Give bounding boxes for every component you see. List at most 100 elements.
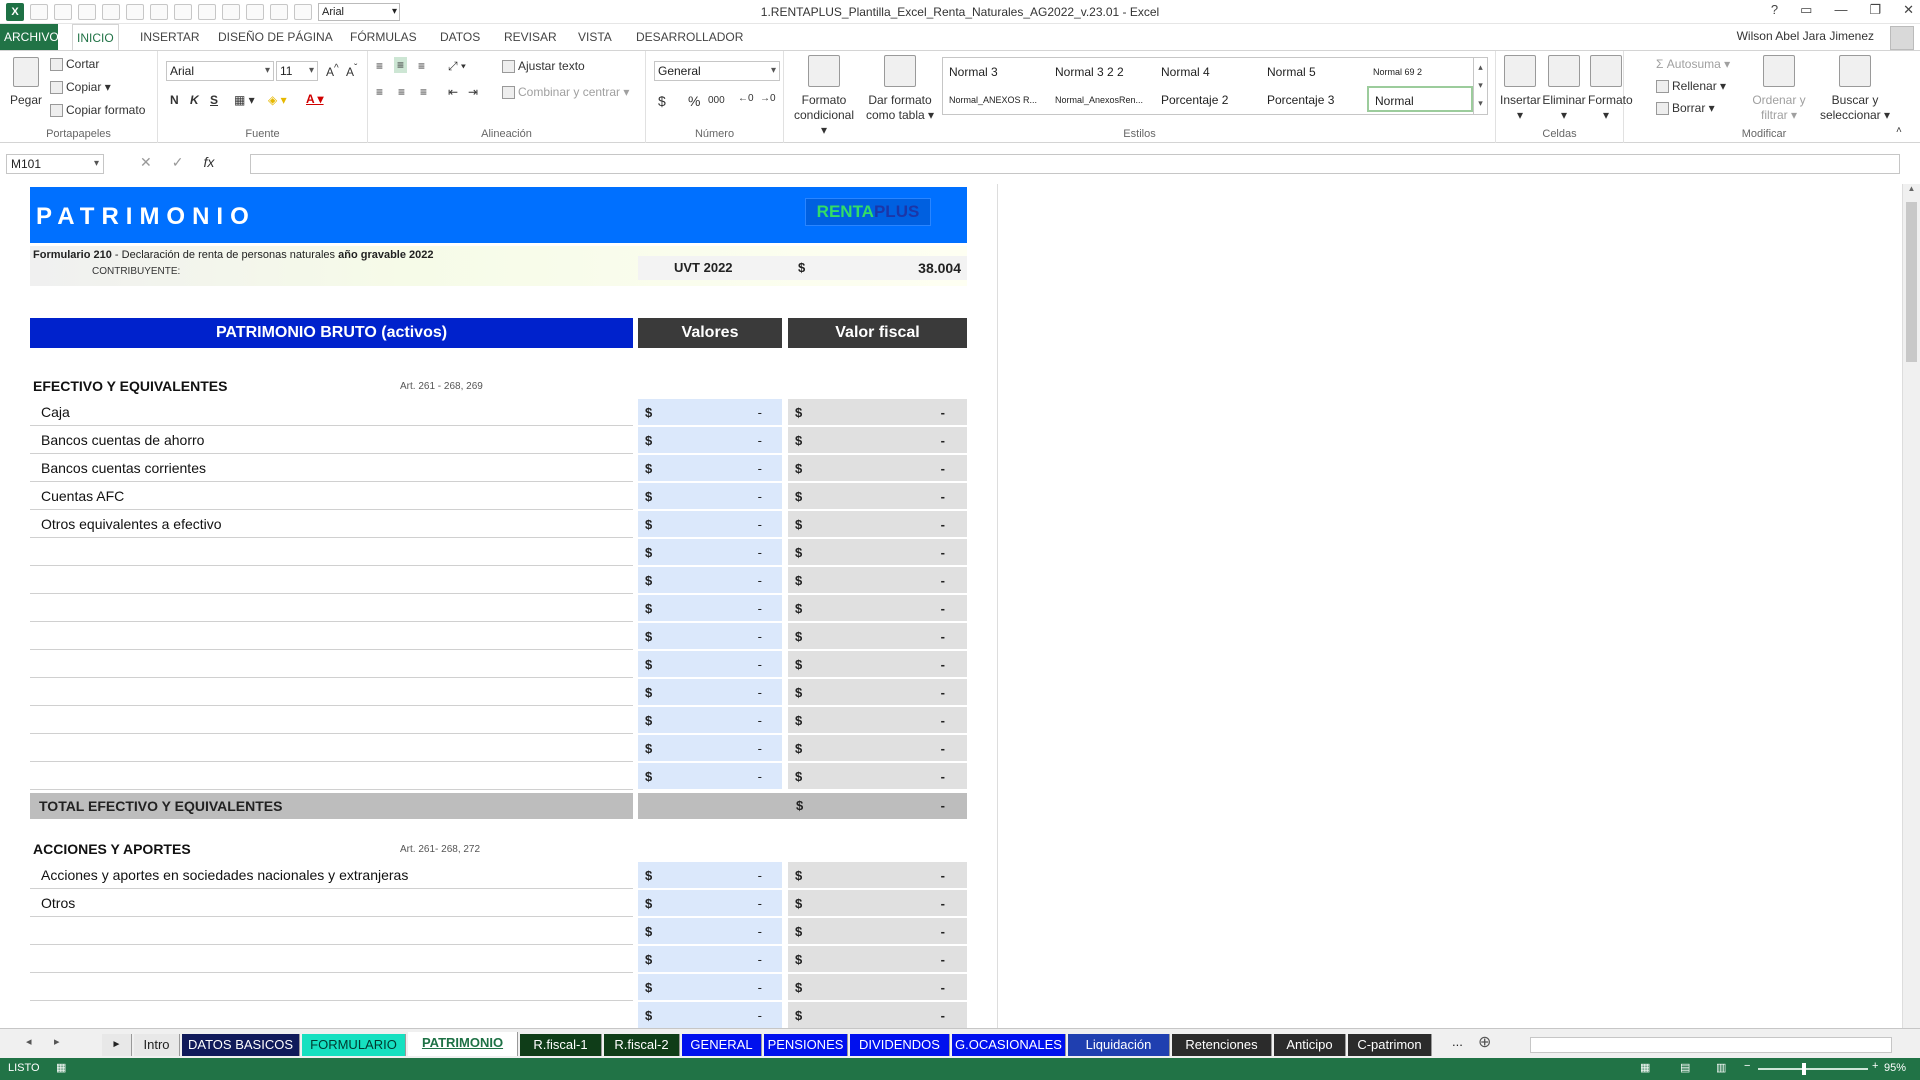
style-normal[interactable]: Normal bbox=[1367, 86, 1473, 112]
sheet-tab[interactable]: FORMULARIO bbox=[302, 1034, 406, 1056]
formula-input[interactable] bbox=[250, 154, 1900, 174]
valor-cell[interactable]: $ - bbox=[638, 707, 782, 734]
tab-archivo[interactable]: ARCHIVO bbox=[0, 24, 59, 50]
valor-fiscal-cell[interactable]: $ - bbox=[788, 763, 967, 790]
row-label[interactable] bbox=[30, 763, 633, 790]
style-porcentaje-2[interactable]: Porcentaje 2 bbox=[1155, 87, 1261, 113]
sheet-tab[interactable]: DATOS BASICOS bbox=[182, 1034, 300, 1056]
conditional-format-button[interactable]: Formato condicional ▾ bbox=[792, 55, 856, 138]
minimize-icon[interactable]: — bbox=[1834, 2, 1847, 18]
row-label[interactable] bbox=[30, 946, 633, 973]
name-box[interactable]: M101 bbox=[6, 154, 104, 174]
tab-datos[interactable]: DATOS bbox=[436, 24, 484, 50]
valor-fiscal-cell[interactable]: $ - bbox=[788, 399, 967, 426]
zoom-out-icon[interactable]: − bbox=[1744, 1060, 1750, 1072]
autosum-button[interactable]: Σ Autosuma ▾ bbox=[1656, 57, 1730, 71]
valor-cell[interactable]: $ - bbox=[638, 679, 782, 706]
vertical-scroll-thumb[interactable] bbox=[1906, 202, 1917, 362]
style-normal-69-2[interactable]: Normal 69 2 bbox=[1367, 59, 1473, 85]
help-icon[interactable]: ? bbox=[1771, 2, 1778, 18]
shrink-font-icon[interactable]: Aˇ bbox=[346, 63, 357, 79]
valor-cell[interactable]: $ - bbox=[638, 1002, 782, 1028]
valor-cell[interactable]: $ - bbox=[638, 399, 782, 426]
worksheet[interactable]: PATRIMONIO RENTAPLUS Formulario 210 - De… bbox=[0, 184, 1900, 1028]
sort-filter-button[interactable]: Ordenar y filtrar ▾ bbox=[1748, 55, 1810, 123]
row-label[interactable]: Acciones y aportes en sociedades naciona… bbox=[30, 862, 633, 889]
valor-cell[interactable]: $ - bbox=[638, 567, 782, 594]
valor-fiscal-cell[interactable]: $ - bbox=[788, 455, 967, 482]
sheet-tab[interactable]: PENSIONES bbox=[764, 1034, 848, 1056]
sheet-tab[interactable]: Retenciones bbox=[1172, 1034, 1272, 1056]
currency-button[interactable]: $ bbox=[658, 93, 666, 109]
find-select-button[interactable]: Buscar y seleccionar ▾ bbox=[1816, 55, 1894, 123]
row-label[interactable]: Otros bbox=[30, 890, 633, 917]
valor-fiscal-cell[interactable]: $ - bbox=[788, 595, 967, 622]
tab-desarrollador[interactable]: DESARROLLADOR bbox=[632, 24, 747, 50]
sheet-tab[interactable]: Liquidación bbox=[1068, 1034, 1170, 1056]
grow-font-icon[interactable]: A^ bbox=[326, 63, 339, 79]
font-name-select[interactable]: Arial bbox=[166, 61, 274, 81]
page-layout-icon[interactable]: ▤ bbox=[1680, 1061, 1690, 1074]
normal-view-icon[interactable]: ▦ bbox=[1640, 1061, 1650, 1074]
tab-scroll-icon[interactable]: ► bbox=[102, 1034, 132, 1056]
zoom-level[interactable]: 95% bbox=[1884, 1062, 1906, 1074]
enter-icon[interactable]: ✓ bbox=[172, 154, 184, 171]
tab-diseno-pagina[interactable]: DISEÑO DE PÁGINA bbox=[214, 24, 337, 50]
row-label[interactable] bbox=[30, 539, 633, 566]
increase-decimal-icon[interactable]: ←0 bbox=[738, 93, 754, 104]
row-label[interactable] bbox=[30, 679, 633, 706]
cut-button[interactable]: Cortar bbox=[50, 57, 99, 72]
valor-cell[interactable]: $ - bbox=[638, 862, 782, 889]
zoom-in-icon[interactable]: + bbox=[1872, 1060, 1878, 1072]
insert-function-icon[interactable]: fx bbox=[203, 154, 214, 171]
zoom-slider-knob[interactable] bbox=[1802, 1063, 1806, 1075]
valor-fiscal-cell[interactable]: $ - bbox=[788, 539, 967, 566]
restore-icon[interactable]: ❐ bbox=[1869, 2, 1881, 18]
row-label[interactable]: Bancos cuentas de ahorro bbox=[30, 427, 633, 454]
number-format-select[interactable]: General bbox=[654, 61, 780, 81]
valor-fiscal-cell[interactable]: $ - bbox=[788, 623, 967, 650]
valor-cell[interactable]: $ - bbox=[638, 483, 782, 510]
bold-button[interactable]: N bbox=[170, 93, 179, 107]
valor-cell[interactable]: $ - bbox=[638, 595, 782, 622]
format-cells-button[interactable]: Formato ▾ bbox=[1588, 55, 1633, 123]
orientation-icon[interactable]: ⤢ ▾ bbox=[448, 59, 466, 74]
zoom-slider[interactable] bbox=[1758, 1068, 1868, 1070]
valor-fiscal-cell[interactable]: $ - bbox=[788, 890, 967, 917]
valor-fiscal-cell[interactable]: $ - bbox=[788, 427, 967, 454]
tab-prev-icon[interactable]: ◂ bbox=[26, 1035, 32, 1048]
row-label[interactable]: Caja bbox=[30, 399, 633, 426]
insert-cells-button[interactable]: Insertar ▾ bbox=[1500, 55, 1541, 123]
valor-cell[interactable]: $ - bbox=[638, 539, 782, 566]
sheet-tab[interactable]: PATRIMONIO bbox=[408, 1032, 518, 1056]
valor-fiscal-cell[interactable]: $ - bbox=[788, 1002, 967, 1028]
decrease-decimal-icon[interactable]: →0 bbox=[760, 93, 776, 104]
cancel-icon[interactable]: ✕ bbox=[140, 154, 152, 171]
style-normal-5[interactable]: Normal 5 bbox=[1261, 59, 1367, 85]
valor-fiscal-cell[interactable]: $ - bbox=[788, 735, 967, 762]
style-normal-anexos-r[interactable]: Normal_ANEXOS R... bbox=[943, 87, 1049, 113]
fill-color-icon[interactable]: ◈ ▾ bbox=[268, 93, 287, 107]
tab-inicio[interactable]: INICIO bbox=[72, 24, 119, 50]
style-normal-4[interactable]: Normal 4 bbox=[1155, 59, 1261, 85]
align-right-icon[interactable]: ≡ bbox=[420, 85, 427, 99]
close-icon[interactable]: ✕ bbox=[1903, 2, 1914, 18]
vertical-scrollbar[interactable]: ▲ bbox=[1902, 184, 1920, 1028]
macro-icon[interactable]: ▦ bbox=[56, 1061, 66, 1074]
borders-icon[interactable]: ▦ ▾ bbox=[234, 93, 255, 107]
thousands-button[interactable]: 000 bbox=[708, 95, 725, 106]
sheet-tab[interactable]: R.fiscal-2 bbox=[604, 1034, 680, 1056]
collapse-ribbon-icon[interactable]: ˄ bbox=[1896, 125, 1902, 136]
align-middle-icon[interactable]: ≡ bbox=[394, 57, 408, 73]
row-label[interactable]: Cuentas AFC bbox=[30, 483, 633, 510]
row-label[interactable] bbox=[30, 974, 633, 1001]
font-size-select[interactable]: 11 bbox=[276, 61, 318, 81]
valor-cell[interactable]: $ - bbox=[638, 427, 782, 454]
valor-fiscal-cell[interactable]: $ - bbox=[788, 511, 967, 538]
style-porcentaje-3[interactable]: Porcentaje 3 bbox=[1261, 87, 1367, 113]
row-label[interactable] bbox=[30, 567, 633, 594]
wrap-text-button[interactable]: Ajustar texto bbox=[502, 59, 585, 74]
row-label[interactable] bbox=[30, 1002, 633, 1028]
valor-fiscal-cell[interactable]: $ - bbox=[788, 707, 967, 734]
row-label[interactable] bbox=[30, 707, 633, 734]
